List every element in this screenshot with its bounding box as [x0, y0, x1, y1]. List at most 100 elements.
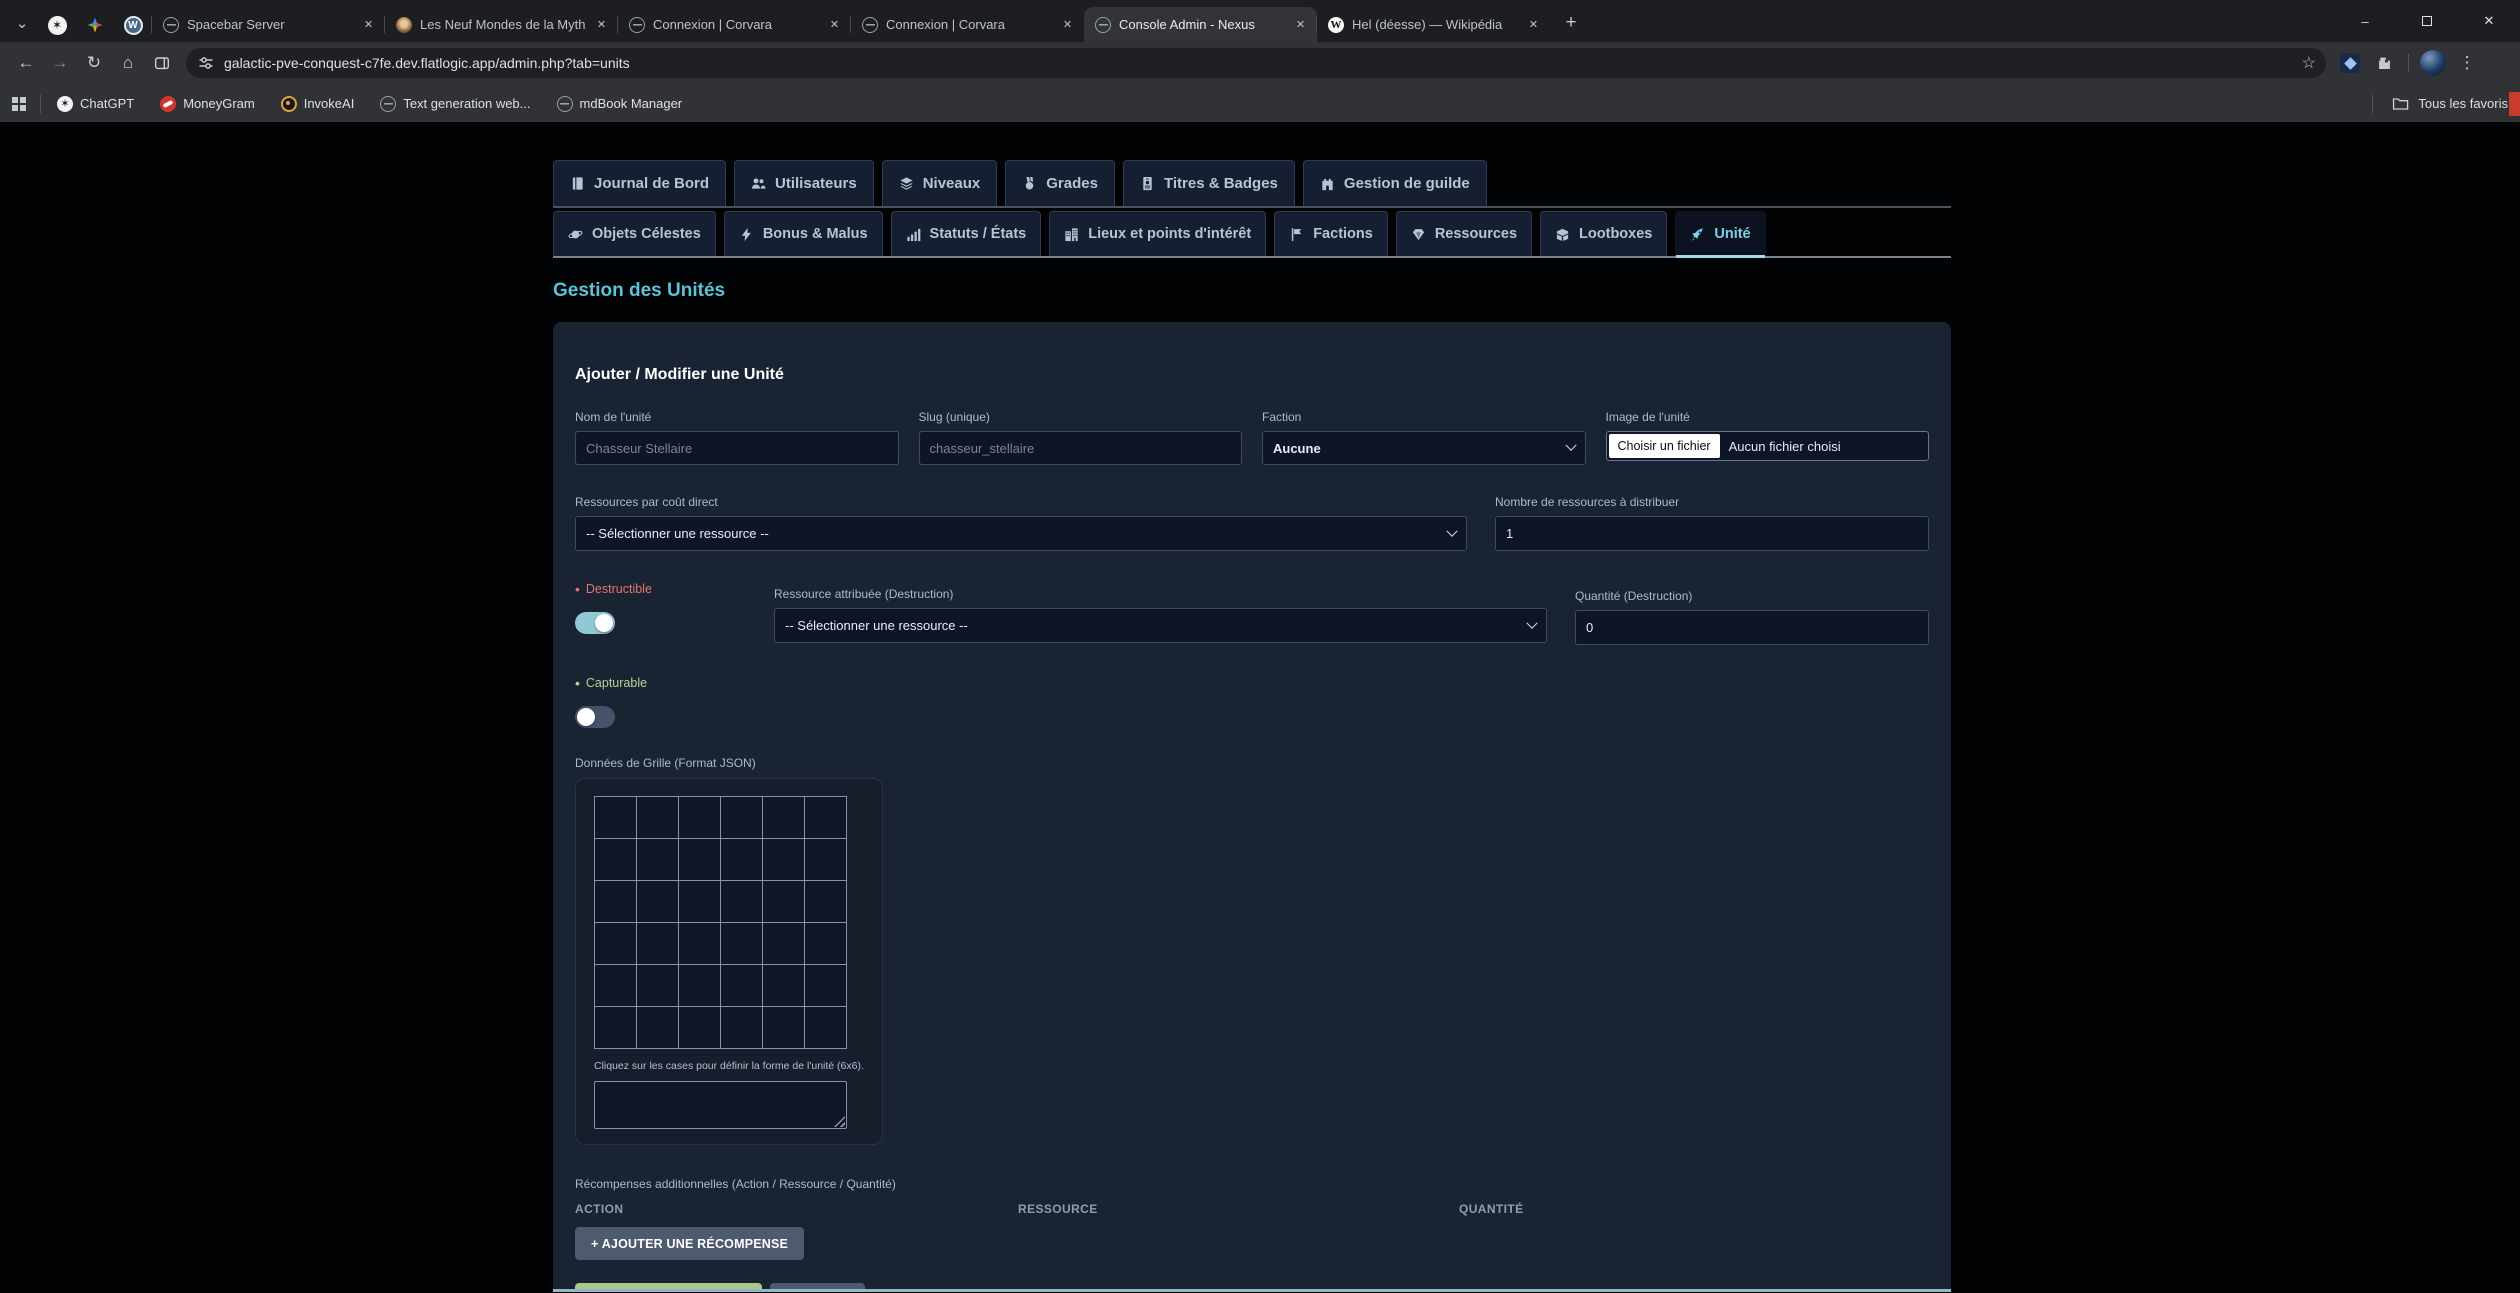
close-tab-icon[interactable]: ✕ — [826, 16, 843, 33]
destruction-qty-input[interactable] — [1575, 610, 1929, 645]
destructible-toggle[interactable] — [575, 612, 615, 634]
grid-cell[interactable] — [595, 965, 636, 1006]
grid-cell[interactable] — [805, 923, 846, 964]
grid-cell[interactable] — [637, 923, 678, 964]
tab-objets-celestes[interactable]: Objets Célestes — [553, 211, 716, 256]
tab-search-button[interactable]: ⌄ — [6, 6, 38, 40]
destruction-resource-select[interactable]: -- Sélectionner une ressource -- — [774, 608, 1547, 643]
back-button[interactable]: ← — [10, 47, 42, 79]
bookmark-item[interactable]: mdBook Manager — [557, 96, 683, 112]
capturable-toggle[interactable] — [575, 706, 615, 728]
grid-cell[interactable] — [721, 923, 762, 964]
all-bookmarks-button[interactable]: Tous les favoris — [2372, 95, 2508, 113]
grid-cell[interactable] — [763, 881, 804, 922]
browser-tab[interactable]: Connexion | Corvara ✕ — [851, 7, 1084, 42]
grid-cell[interactable] — [595, 797, 636, 838]
grid-cell[interactable] — [637, 881, 678, 922]
slug-input[interactable] — [919, 431, 1243, 465]
grid-cell[interactable] — [595, 881, 636, 922]
nav-titres-badges[interactable]: Titres & Badges — [1123, 160, 1295, 206]
grid-cell[interactable] — [805, 839, 846, 880]
grid-cell[interactable] — [679, 881, 720, 922]
tab-lootboxes[interactable]: Lootboxes — [1540, 211, 1667, 256]
grid-cell[interactable] — [679, 965, 720, 1006]
nav-journal-de-bord[interactable]: Journal de Bord — [553, 160, 726, 206]
apps-button[interactable] — [12, 97, 26, 111]
file-input[interactable]: Choisir un fichier Aucun fichier choisi — [1606, 431, 1930, 461]
grid-cell[interactable] — [721, 839, 762, 880]
pinned-tab-gemini[interactable] — [76, 8, 114, 42]
extension-shortcut-button[interactable] — [2334, 47, 2366, 79]
grid-cell[interactable] — [679, 923, 720, 964]
close-tab-icon[interactable]: ✕ — [1292, 16, 1309, 33]
home-button[interactable]: ⌂ — [112, 47, 144, 79]
browser-tab[interactable]: Connexion | Corvara ✕ — [618, 7, 851, 42]
grid-cell[interactable] — [721, 1007, 762, 1048]
grid-cell[interactable] — [805, 965, 846, 1006]
unit-name-input[interactable] — [575, 431, 899, 465]
bookmark-item[interactable]: MoneyGram — [160, 96, 255, 112]
grid-cell[interactable] — [805, 1007, 846, 1048]
close-tab-icon[interactable]: ✕ — [360, 16, 377, 33]
tab-lieux-points-interet[interactable]: Lieux et points d'intérêt — [1049, 211, 1266, 256]
grid-cell[interactable] — [595, 1007, 636, 1048]
close-window-button[interactable]: ✕ — [2458, 0, 2520, 42]
add-reward-button[interactable]: + Ajouter une récompense — [575, 1227, 804, 1260]
grid-json-textarea[interactable] — [594, 1081, 847, 1129]
browser-menu-button[interactable]: ⋮ — [2451, 47, 2483, 79]
faction-select[interactable]: Aucune — [1262, 431, 1586, 465]
browser-tab-active[interactable]: Console Admin - Nexus ✕ — [1084, 7, 1317, 42]
choose-file-button[interactable]: Choisir un fichier — [1609, 434, 1720, 458]
bookmark-item[interactable]: InvokeAI — [281, 96, 355, 112]
nav-niveaux[interactable]: Niveaux — [882, 160, 998, 206]
grid-cell[interactable] — [805, 797, 846, 838]
browser-tab[interactable]: Spacebar Server ✕ — [152, 7, 385, 42]
close-tab-icon[interactable]: ✕ — [1525, 16, 1542, 33]
browser-tab[interactable]: W Hel (déesse) — Wikipédia ✕ — [1317, 7, 1550, 42]
pinned-tab-wordpress[interactable]: W — [114, 8, 152, 42]
bookmark-star-icon[interactable]: ☆ — [2302, 53, 2316, 73]
tab-factions[interactable]: Factions — [1274, 211, 1388, 256]
close-tab-icon[interactable]: ✕ — [593, 16, 610, 33]
grid-cell[interactable] — [637, 797, 678, 838]
grid-cell[interactable] — [763, 923, 804, 964]
grid-cell[interactable] — [595, 923, 636, 964]
grid-cell[interactable] — [679, 839, 720, 880]
extensions-button[interactable] — [2368, 47, 2400, 79]
tab-ressources[interactable]: Ressources — [1396, 211, 1532, 256]
grid-cell[interactable] — [679, 797, 720, 838]
maximize-button[interactable] — [2396, 0, 2458, 42]
grid-cell[interactable] — [721, 965, 762, 1006]
forward-button[interactable]: → — [44, 47, 76, 79]
tab-bonus-malus[interactable]: Bonus & Malus — [724, 211, 883, 256]
grid-cell[interactable] — [637, 1007, 678, 1048]
grid-cell[interactable] — [679, 1007, 720, 1048]
grid-cell[interactable] — [763, 1007, 804, 1048]
side-panel-button[interactable] — [146, 47, 178, 79]
grid-cell[interactable] — [637, 965, 678, 1006]
grid-cell[interactable] — [805, 881, 846, 922]
grid-cell[interactable] — [721, 881, 762, 922]
grid-cell[interactable] — [763, 839, 804, 880]
pinned-tab-chatgpt[interactable]: ✶ — [38, 8, 76, 42]
grid-cell[interactable] — [763, 965, 804, 1006]
tab-unite-active[interactable]: Unité — [1675, 211, 1765, 256]
grid-cell[interactable] — [721, 797, 762, 838]
nav-gestion-de-guilde[interactable]: Gestion de guilde — [1303, 160, 1487, 206]
grid-cell[interactable] — [595, 839, 636, 880]
address-bar[interactable]: galactic-pve-conquest-c7fe.dev.flatlogic… — [186, 48, 2326, 78]
new-tab-button[interactable]: + — [1556, 8, 1586, 38]
grid-cell[interactable] — [637, 839, 678, 880]
reload-button[interactable]: ↻ — [78, 47, 110, 79]
nav-grades[interactable]: Grades — [1005, 160, 1115, 206]
close-tab-icon[interactable]: ✕ — [1059, 16, 1076, 33]
tab-statuts-etats[interactable]: Statuts / États — [891, 211, 1042, 256]
bookmark-item[interactable]: Text generation web... — [380, 96, 530, 112]
minimize-button[interactable]: – — [2334, 0, 2396, 42]
distribute-input[interactable] — [1495, 516, 1929, 551]
bookmark-item[interactable]: ✶ChatGPT — [57, 96, 134, 112]
browser-tab[interactable]: Les Neuf Mondes de la Mythol ✕ — [385, 7, 618, 42]
grid-cell[interactable] — [763, 797, 804, 838]
nav-utilisateurs[interactable]: Utilisateurs — [734, 160, 874, 206]
profile-button[interactable] — [2417, 47, 2449, 79]
